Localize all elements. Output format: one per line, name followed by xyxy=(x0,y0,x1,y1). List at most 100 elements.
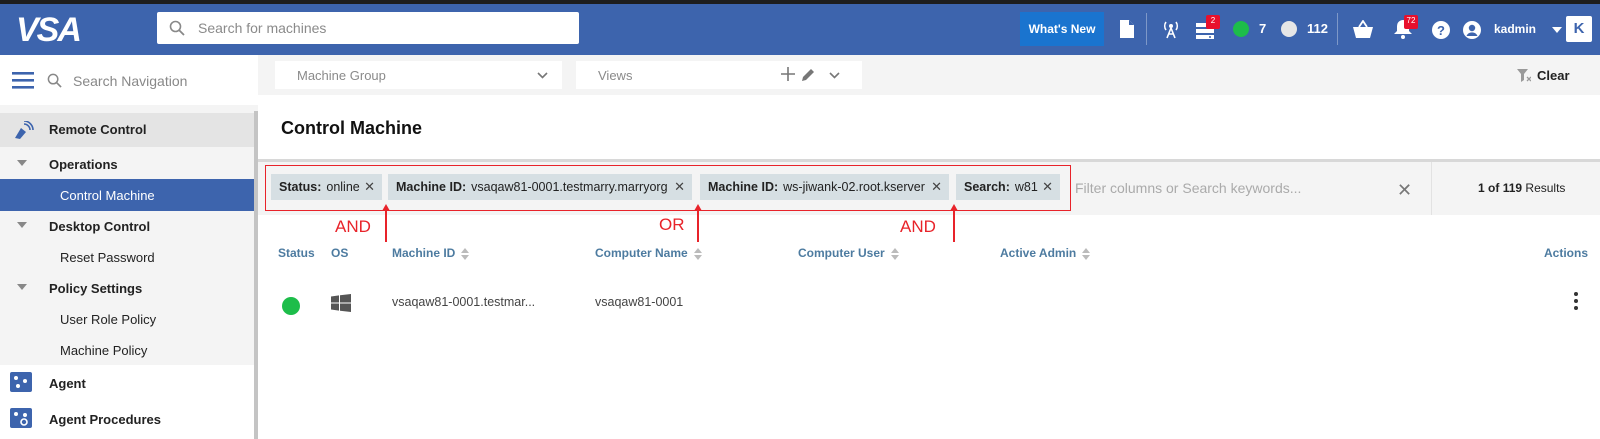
top-bar: VSA Search for machines What's New 2 7 1… xyxy=(0,4,1600,55)
column-label: Machine ID xyxy=(392,246,456,260)
page-title: Control Machine xyxy=(281,118,423,138)
online-status-icon xyxy=(282,297,300,315)
chevron-down-icon[interactable] xyxy=(1552,27,1562,33)
column-header-active-admin[interactable]: Active Admin xyxy=(1000,246,1091,260)
column-label: Active Admin xyxy=(1000,246,1077,260)
sort-icon[interactable] xyxy=(1082,247,1091,260)
sort-icon[interactable] xyxy=(693,247,702,260)
search-icon xyxy=(169,20,185,36)
nav-label: Agent xyxy=(49,376,86,391)
svg-text:?: ? xyxy=(1437,23,1445,38)
svg-text:VSA: VSA xyxy=(16,11,80,48)
machine-search-input[interactable]: Search for machines xyxy=(157,12,579,44)
annotation-arrow xyxy=(697,209,699,242)
operator-or-label: OR xyxy=(659,215,685,234)
offline-count[interactable]: 112 xyxy=(1307,21,1328,36)
windows-icon xyxy=(331,294,351,312)
chevron-down-icon[interactable] xyxy=(829,72,840,79)
results-label: Results xyxy=(1525,181,1566,195)
filter-keywords-input[interactable]: Filter columns or Search keywords... xyxy=(1075,180,1301,196)
online-status-icon xyxy=(1233,21,1249,37)
nav-desktop-control[interactable]: Desktop Control xyxy=(0,210,255,242)
filter-clear-icon[interactable] xyxy=(1517,69,1531,82)
remote-control-icon xyxy=(15,121,34,139)
nav-control-machine[interactable]: Control Machine xyxy=(0,179,255,211)
column-header-os[interactable]: OS xyxy=(331,246,348,260)
results-current: 1 xyxy=(1478,181,1485,195)
username-label[interactable]: kadmin xyxy=(1494,22,1536,36)
collapse-caret-icon xyxy=(17,160,27,166)
sort-icon[interactable] xyxy=(890,247,899,260)
nav-label: Policy Settings xyxy=(49,281,143,296)
nav-label: Agent Procedures xyxy=(49,412,161,427)
collapse-caret-icon xyxy=(17,222,27,228)
nav-label: Operations xyxy=(49,157,118,172)
brand-app-button[interactable]: K xyxy=(1566,16,1592,42)
agent-icon xyxy=(10,372,32,392)
annotation-arrowhead xyxy=(950,204,958,211)
view-toolbar: Machine Group Views xyxy=(258,55,1600,95)
column-header-status[interactable]: Status xyxy=(278,246,315,260)
module-agent[interactable]: Agent xyxy=(0,365,255,401)
views-dropdown[interactable]: Views xyxy=(576,61,862,89)
annotation-arrowhead xyxy=(694,204,702,211)
agent-procedures-icon xyxy=(10,408,32,428)
notifications-badge: 72 xyxy=(1404,15,1418,29)
clear-button[interactable]: Clear xyxy=(1537,68,1570,83)
nav-reset-password[interactable]: Reset Password xyxy=(0,241,255,273)
help-icon[interactable]: ? xyxy=(1432,21,1450,39)
chevron-down-icon xyxy=(537,72,548,79)
column-header-actions: Actions xyxy=(1544,246,1589,260)
nav-label: Desktop Control xyxy=(49,219,151,234)
results-count: 1 of 119 Results xyxy=(1478,181,1565,195)
nav-search[interactable]: Search Navigation xyxy=(0,55,258,105)
module-remote-control[interactable]: Remote Control xyxy=(0,113,255,147)
edit-pencil-icon[interactable] xyxy=(801,67,816,82)
column-header-computer-user[interactable]: Computer User xyxy=(798,246,899,260)
results-total: 119 xyxy=(1502,181,1523,195)
machine-group-label: Machine Group xyxy=(297,68,386,83)
cell-machine-id[interactable]: vsaqaw81-0001.testmar... xyxy=(392,295,535,309)
machine-group-dropdown[interactable]: Machine Group xyxy=(275,61,562,89)
column-label: Computer Name xyxy=(595,246,688,260)
agent-alerts-badge: 2 xyxy=(1206,15,1220,29)
collapse-caret-icon xyxy=(17,284,27,290)
nav-machine-policy[interactable]: Machine Policy xyxy=(0,334,255,366)
sort-icon[interactable] xyxy=(461,247,470,260)
column-header-machine-id[interactable]: Machine ID xyxy=(392,246,470,260)
divider xyxy=(1337,13,1338,45)
divider xyxy=(1146,13,1147,45)
annotation-arrowhead xyxy=(382,204,390,211)
user-avatar-icon[interactable] xyxy=(1463,21,1481,39)
annotation-arrow xyxy=(953,209,955,242)
nav-operations[interactable]: Operations xyxy=(0,148,255,180)
module-agent-procedures[interactable]: Agent Procedures xyxy=(0,401,255,439)
nav-policy-settings[interactable]: Policy Settings xyxy=(0,272,255,304)
nav-search-placeholder: Search Navigation xyxy=(73,73,188,89)
nav-label: User Role Policy xyxy=(60,312,157,327)
operator-and-label: AND xyxy=(335,217,371,236)
document-icon[interactable] xyxy=(1120,20,1134,38)
nav-label: Machine Policy xyxy=(60,343,148,358)
nav-label: Control Machine xyxy=(60,188,155,203)
hamburger-menu-icon[interactable] xyxy=(12,71,34,89)
whats-new-button[interactable]: What's New xyxy=(1020,12,1104,46)
clear-filter-icon[interactable]: ✕ xyxy=(1397,180,1412,201)
offline-status-icon xyxy=(1281,21,1297,37)
row-actions-kebab-icon[interactable] xyxy=(1574,292,1578,313)
operator-and-label: AND xyxy=(900,217,936,236)
app-frame: VSA Search for machines What's New 2 7 1… xyxy=(0,4,1600,439)
vsa-logo[interactable]: VSA xyxy=(14,10,102,48)
cell-computer-name: vsaqaw81-0001 xyxy=(595,295,684,309)
basket-icon[interactable] xyxy=(1353,20,1373,38)
broadcast-icon[interactable] xyxy=(1162,19,1180,39)
views-label: Views xyxy=(598,68,633,83)
search-icon xyxy=(47,73,62,88)
column-header-computer-name[interactable]: Computer Name xyxy=(595,246,702,260)
module-label: Remote Control xyxy=(49,122,147,137)
online-count[interactable]: 7 xyxy=(1259,21,1266,36)
results-of: of xyxy=(1488,181,1500,195)
left-navigation: Search Navigation Remote Control Operati… xyxy=(0,55,258,439)
nav-user-role-policy[interactable]: User Role Policy xyxy=(0,303,255,335)
add-icon[interactable] xyxy=(781,67,795,81)
